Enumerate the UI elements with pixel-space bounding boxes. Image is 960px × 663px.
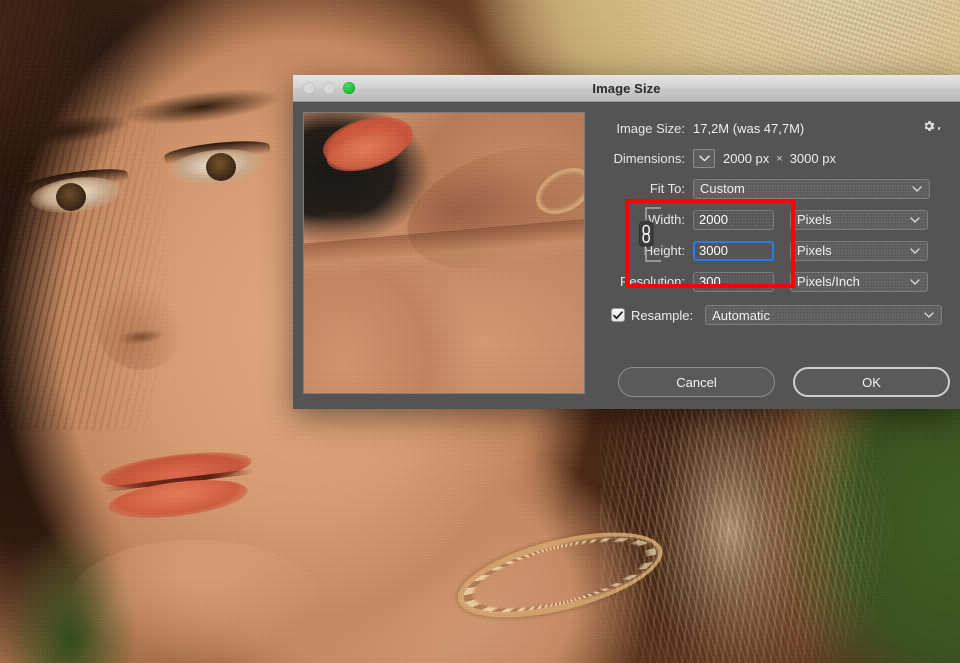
chevron-down-icon [699, 155, 710, 162]
checkmark-icon [613, 311, 623, 320]
dialog-titlebar[interactable]: Image Size [293, 75, 960, 102]
resample-value: Automatic [712, 308, 770, 323]
width-unit-select[interactable]: Pixels [790, 210, 928, 230]
constrain-proportions-control[interactable] [636, 206, 662, 263]
width-input[interactable]: 2000 [693, 210, 774, 230]
chevron-down-icon [910, 279, 920, 285]
image-size-dialog: Image Size [293, 75, 960, 409]
resolution-unit-select[interactable]: Pixels/Inch [790, 272, 928, 292]
height-input[interactable]: 3000 [693, 241, 774, 261]
preview-canvas [304, 113, 584, 393]
resample-checkbox[interactable] [611, 308, 625, 322]
width-value: 2000 [699, 212, 728, 227]
settings-gear-button[interactable] [920, 116, 942, 136]
height-unit-value: Pixels [797, 243, 832, 258]
height-value: 3000 [699, 243, 728, 258]
resolution-value: 300 [699, 274, 721, 289]
cancel-button[interactable]: Cancel [618, 367, 775, 397]
resolution-label: Resolution: [607, 274, 693, 289]
chevron-down-icon [910, 248, 920, 254]
width-unit-value: Pixels [797, 212, 832, 227]
dimensions-label: Dimensions: [607, 151, 693, 166]
resolution-input[interactable]: 300 [693, 272, 774, 292]
dimensions-row: Dimensions: 2000 px × 3000 px [607, 148, 950, 169]
gear-icon [922, 119, 936, 133]
gear-dropdown-dot [938, 127, 941, 130]
height-unit-select[interactable]: Pixels [790, 241, 928, 261]
dimensions-width-value: 2000 px [723, 151, 769, 166]
screenshot-root: Image Size [0, 0, 960, 663]
resolution-row: Resolution: 300 Pixels/Inch [607, 271, 950, 292]
dimensions-height-value: 3000 px [790, 151, 836, 166]
image-size-value: 17,2M (was 47,7M) [693, 121, 804, 136]
fit-to-row: Fit To: Custom [607, 178, 950, 199]
resample-label: Resample: [631, 308, 693, 323]
resample-select[interactable]: Automatic [705, 305, 942, 325]
chevron-down-icon [924, 312, 934, 318]
dimensions-separator: × [776, 153, 782, 165]
image-preview[interactable] [303, 112, 585, 394]
chain-link-icon [636, 206, 662, 263]
fit-to-select[interactable]: Custom [693, 179, 930, 199]
chevron-down-icon [910, 217, 920, 223]
resample-row: Resample: Automatic [607, 305, 950, 325]
fit-to-value: Custom [700, 181, 745, 196]
dialog-button-bar: Cancel OK [293, 367, 950, 397]
image-size-row: Image Size: 17,2M (was 47,7M) [607, 118, 950, 139]
resolution-unit-value: Pixels/Inch [797, 274, 860, 289]
dimensions-value: 2000 px × 3000 px [723, 151, 836, 166]
dimensions-dropdown-button[interactable] [693, 149, 715, 168]
image-size-label: Image Size: [607, 121, 693, 136]
fit-to-label: Fit To: [607, 181, 693, 196]
dialog-title: Image Size [293, 81, 960, 96]
chevron-down-icon [912, 186, 922, 192]
ok-button[interactable]: OK [793, 367, 950, 397]
